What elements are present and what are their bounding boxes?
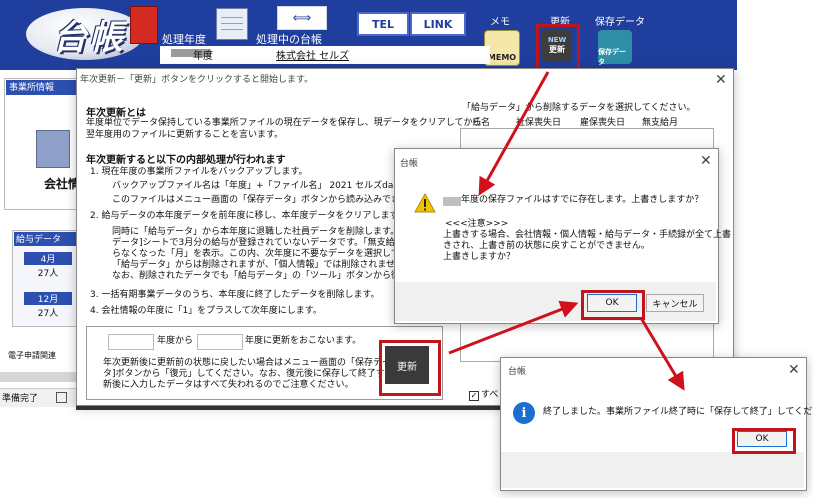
arrow-ok-to-complete [639,317,685,391]
annotation-arrows [448,71,685,391]
arrow-update-to-overwrite [478,71,550,196]
arrow-button-to-ok [448,300,579,355]
